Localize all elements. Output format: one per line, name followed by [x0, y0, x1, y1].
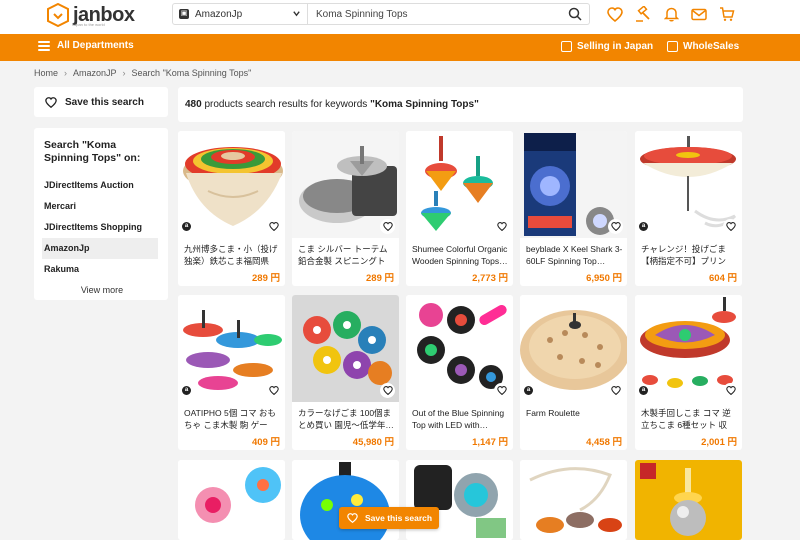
selling-in-japan-link[interactable]: Selling in Japan: [561, 41, 653, 52]
amazon-badge-icon: a: [639, 222, 648, 231]
filter-item-rakuma[interactable]: Rakuma: [42, 259, 158, 280]
product-price: 289 円: [252, 273, 280, 284]
floating-save-search-label: Save this search: [365, 513, 433, 523]
product-card[interactable]: [635, 460, 742, 540]
amazon-badge-icon: a: [182, 386, 191, 395]
filter-item-jdirectitems-shopping[interactable]: JDirectItems Shopping: [42, 217, 158, 238]
product-title[interactable]: Shumee Colorful Organic Wooden Spinning …: [412, 243, 509, 267]
logo-icon: [47, 3, 69, 27]
product-card[interactable]: beyblade X Keel Shark 3-60LF Spinning To…: [520, 131, 627, 286]
product-card[interactable]: a 木製手回しこま コマ 逆立ちこま 6種セット 収納… 2,001 円: [635, 295, 742, 450]
product-price: 2,773 円: [472, 273, 508, 284]
results-summary: 480 products search results for keywords…: [178, 87, 743, 122]
chevron-down-icon: [293, 11, 300, 17]
heart-icon: [45, 96, 57, 108]
favorite-heart-icon[interactable]: [608, 219, 623, 234]
main-nav-bar: All Departments Selling in Japan WholeSa…: [0, 34, 800, 61]
product-title[interactable]: OATIPHO 5個 コマ おもちゃ こま木製 駒 ゲーム…: [184, 407, 281, 431]
filter-item-jdirectitems-auction[interactable]: JDirectItems Auction: [42, 175, 158, 196]
store-icon: ▣: [179, 9, 189, 19]
product-price: 1,147 円: [472, 437, 508, 448]
product-image[interactable]: [178, 460, 285, 540]
product-card[interactable]: [178, 460, 285, 540]
favorite-heart-icon[interactable]: [494, 383, 509, 398]
product-title[interactable]: カラーなげごま 100個まとめ買い 園児〜低学年…: [298, 407, 395, 431]
store-front-icon: [561, 41, 572, 52]
favorite-heart-icon[interactable]: [723, 383, 738, 398]
product-title[interactable]: Farm Roulette: [526, 407, 623, 431]
favorite-heart-icon[interactable]: [494, 219, 509, 234]
favorite-heart-icon[interactable]: [266, 383, 281, 398]
cart-icon[interactable]: [718, 5, 736, 23]
chevron-right-icon: ›: [122, 68, 126, 78]
breadcrumb-amazonjp[interactable]: AmazonJP: [73, 68, 117, 78]
results-keyword: "Koma Spinning Tops": [370, 99, 479, 110]
product-card[interactable]: a チャレンジ！投げごま【柄指定不可】プリント… 604 円: [635, 131, 742, 286]
wishlist-heart-icon[interactable]: [606, 5, 624, 23]
favorite-heart-icon[interactable]: [266, 219, 281, 234]
favorite-heart-icon[interactable]: [380, 219, 395, 234]
breadcrumb-current: Search "Koma Spinning Tops": [131, 68, 252, 78]
chevron-right-icon: ›: [64, 68, 68, 78]
amazon-badge-icon: a: [639, 386, 648, 395]
product-title[interactable]: Out of the Blue Spinning Top with LED wi…: [412, 407, 509, 431]
product-title[interactable]: 木製手回しこま コマ 逆立ちこま 6種セット 収納…: [641, 407, 738, 431]
bell-icon[interactable]: [662, 5, 680, 23]
logo-subtitle: Japan to the world: [72, 22, 105, 27]
results-text: products search results for keywords: [204, 99, 368, 110]
breadcrumb: Home › AmazonJP › Search "Koma Spinning …: [34, 68, 251, 78]
product-image[interactable]: [635, 460, 742, 540]
product-price: 604 円: [709, 273, 737, 284]
favorite-heart-icon[interactable]: [380, 383, 395, 398]
results-count: 480: [185, 99, 202, 110]
product-price: 45,980 円: [352, 437, 394, 448]
auction-icon[interactable]: [634, 5, 652, 23]
product-card[interactable]: a Farm Roulette 4,458 円: [520, 295, 627, 450]
product-title[interactable]: チャレンジ！投げごま【柄指定不可】プリント…: [641, 243, 738, 267]
wholesale-icon: [667, 41, 678, 52]
amazon-badge-icon: a: [524, 386, 533, 395]
all-departments-label: All Departments: [57, 40, 134, 51]
product-card[interactable]: Out of the Blue Spinning Top with LED wi…: [406, 295, 513, 450]
selling-in-japan-label: Selling in Japan: [577, 41, 654, 52]
wholesale-link[interactable]: WholeSales: [667, 41, 739, 52]
floating-save-search-button[interactable]: Save this search: [339, 507, 439, 529]
filter-item-amazonjp[interactable]: AmazonJp: [42, 238, 158, 259]
product-price: 409 円: [252, 437, 280, 448]
product-card[interactable]: a 九州博多こま・小（投げ独楽）鉄芯こま福岡県の… 289 円: [178, 131, 285, 286]
product-price: 4,458 円: [586, 437, 622, 448]
favorite-heart-icon[interactable]: [608, 383, 623, 398]
product-price: 6,950 円: [586, 273, 622, 284]
wholesale-label: WholeSales: [683, 41, 740, 52]
product-title[interactable]: beyblade X Keel Shark 3-60LF Spinning To…: [526, 243, 623, 267]
menu-icon: [38, 40, 50, 51]
filter-item-mercari[interactable]: Mercari: [42, 196, 158, 217]
product-price: 2,001 円: [701, 437, 737, 448]
product-image[interactable]: [520, 460, 627, 540]
search-icon[interactable]: [567, 6, 583, 22]
store-select-label: AmazonJp: [195, 8, 243, 20]
product-card[interactable]: a OATIPHO 5個 コマ おもちゃ こま木製 駒 ゲーム… 409 円: [178, 295, 285, 450]
all-departments-button[interactable]: All Departments: [38, 40, 134, 51]
breadcrumb-home[interactable]: Home: [34, 68, 58, 78]
heart-icon: [347, 513, 358, 523]
product-card[interactable]: こま シルバー トーテム 鉛合金製 スピニングトッ… 289 円: [292, 131, 399, 286]
marketplace-filter: Search "Koma Spinning Tops" on: JDirectI…: [34, 128, 168, 300]
product-title[interactable]: こま シルバー トーテム 鉛合金製 スピニングトッ…: [298, 243, 395, 267]
top-header: Janbox Japan to the world ▣ AmazonJp: [0, 0, 800, 34]
filter-title: Search "Koma Spinning Tops" on:: [44, 139, 141, 164]
view-more-link[interactable]: View more: [44, 285, 160, 295]
save-search-label: Save this search: [65, 96, 144, 108]
save-search-button[interactable]: Save this search: [34, 87, 168, 117]
product-card[interactable]: カラーなげごま 100個まとめ買い 園児〜低学年… 45,980 円: [292, 295, 399, 450]
amazon-badge-icon: a: [182, 222, 191, 231]
product-price: 289 円: [366, 273, 394, 284]
mail-icon[interactable]: [690, 5, 708, 23]
store-select[interactable]: ▣ AmazonJp: [172, 3, 308, 25]
favorite-heart-icon[interactable]: [723, 219, 738, 234]
search-input[interactable]: [308, 3, 590, 25]
product-card[interactable]: Shumee Colorful Organic Wooden Spinning …: [406, 131, 513, 286]
product-card[interactable]: [520, 460, 627, 540]
product-title[interactable]: 九州博多こま・小（投げ独楽）鉄芯こま福岡県の…: [184, 243, 281, 267]
